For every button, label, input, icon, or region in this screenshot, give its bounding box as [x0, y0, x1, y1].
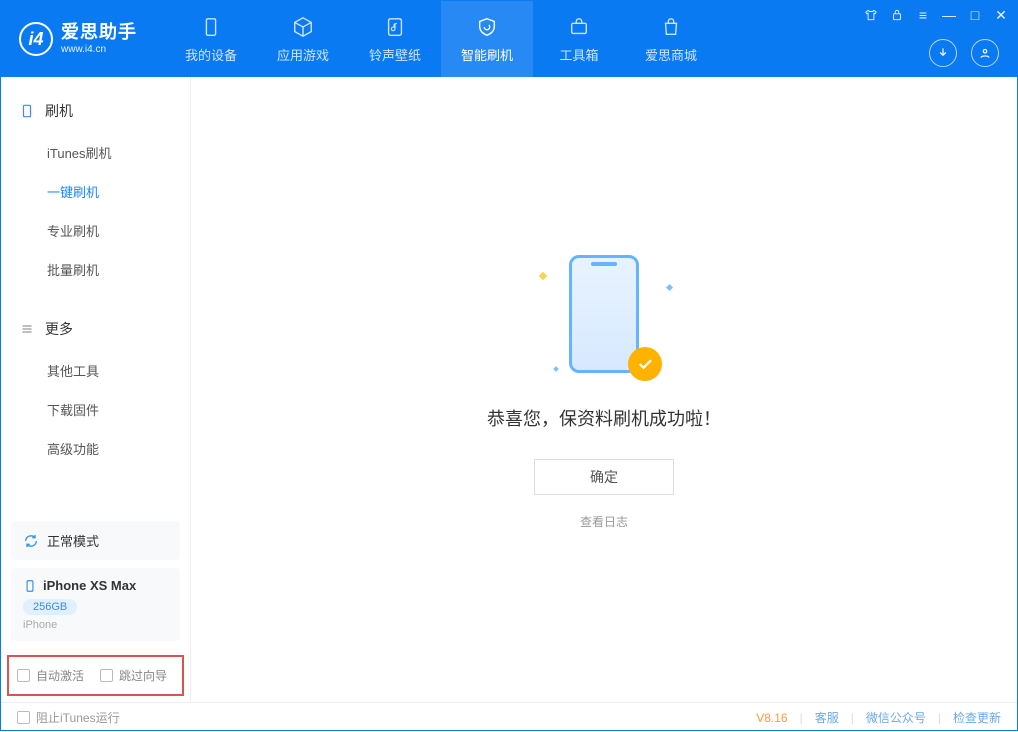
- download-button[interactable]: [929, 39, 957, 67]
- app-subtitle: www.i4.cn: [61, 44, 137, 56]
- device-mode-block[interactable]: 正常模式: [11, 521, 180, 560]
- sidebar: 刷机 iTunes刷机 一键刷机 专业刷机 批量刷机 更多 其他工具 下载固件 …: [1, 77, 191, 702]
- view-log-link[interactable]: 查看日志: [580, 513, 628, 530]
- device-info-block[interactable]: iPhone XS Max 256GB iPhone: [11, 568, 180, 641]
- title-bar: i4 爱思助手 www.i4.cn 我的设备 应用游戏 铃声壁纸 智能刷机 工具…: [1, 1, 1017, 77]
- header-actions: [929, 39, 999, 67]
- phone-icon: [199, 15, 223, 39]
- option-label: 跳过向导: [119, 667, 167, 684]
- device-type: iPhone: [23, 619, 168, 631]
- option-label: 阻止iTunes运行: [36, 709, 120, 726]
- support-link[interactable]: 客服: [815, 709, 839, 726]
- sidebar-item-advanced[interactable]: 高级功能: [1, 429, 190, 468]
- toolbox-icon: [567, 15, 591, 39]
- logo-icon: i4: [19, 22, 53, 56]
- sync-icon: [23, 533, 39, 549]
- wechat-link[interactable]: 微信公众号: [866, 709, 926, 726]
- sidebar-item-batch-flash[interactable]: 批量刷机: [1, 250, 190, 289]
- sidebar-item-itunes-flash[interactable]: iTunes刷机: [1, 133, 190, 172]
- version-label: V8.16: [756, 711, 787, 725]
- main-nav: 我的设备 应用游戏 铃声壁纸 智能刷机 工具箱 爱思商城: [165, 1, 717, 77]
- sidebar-item-download-firmware[interactable]: 下载固件: [1, 390, 190, 429]
- block-itunes-checkbox[interactable]: 阻止iTunes运行: [17, 709, 120, 726]
- device-icon: [19, 103, 35, 119]
- device-name: iPhone XS Max: [43, 578, 136, 593]
- checkbox-icon: [17, 711, 30, 724]
- nav-my-device[interactable]: 我的设备: [165, 1, 257, 77]
- auto-activate-checkbox[interactable]: 自动激活: [17, 667, 84, 684]
- option-label: 自动激活: [36, 667, 84, 684]
- sparkle-icon: [666, 284, 673, 291]
- sidebar-item-pro-flash[interactable]: 专业刷机: [1, 211, 190, 250]
- success-title: 恭喜您，保资料刷机成功啦！: [487, 405, 721, 431]
- checkbox-icon: [100, 669, 113, 682]
- nav-label: 铃声壁纸: [369, 45, 421, 64]
- user-button[interactable]: [971, 39, 999, 67]
- shield-refresh-icon: [475, 15, 499, 39]
- app-logo: i4 爱思助手 www.i4.cn: [1, 1, 155, 77]
- music-file-icon: [383, 15, 407, 39]
- nav-store[interactable]: 爱思商城: [625, 1, 717, 77]
- status-bar: 阻止iTunes运行 V8.16 | 客服 | 微信公众号 | 检查更新: [1, 702, 1017, 732]
- sparkle-icon: [539, 272, 547, 280]
- list-icon: [19, 321, 35, 337]
- sparkle-icon: [553, 366, 559, 372]
- flash-options-row: 自动激活 跳过向导: [7, 655, 184, 696]
- sidebar-item-other-tools[interactable]: 其他工具: [1, 351, 190, 390]
- nav-label: 我的设备: [185, 45, 237, 64]
- success-illustration: [484, 249, 724, 379]
- ok-button[interactable]: 确定: [534, 459, 674, 495]
- app-title: 爱思助手: [61, 22, 137, 44]
- nav-label: 智能刷机: [461, 45, 513, 64]
- window-controls: ≡ — □ ✕: [863, 7, 1009, 23]
- phone-icon: [23, 579, 37, 593]
- phone-illustration-icon: [569, 255, 639, 373]
- skip-guide-checkbox[interactable]: 跳过向导: [100, 667, 167, 684]
- sidebar-item-onekey-flash[interactable]: 一键刷机: [1, 172, 190, 211]
- main-content: 恭喜您，保资料刷机成功啦！ 确定 查看日志: [191, 77, 1017, 702]
- section-title: 刷机: [45, 101, 73, 121]
- check-badge-icon: [628, 347, 662, 381]
- sidebar-header-more: 更多: [1, 313, 190, 345]
- minimize-icon[interactable]: —: [941, 7, 957, 23]
- menu-icon[interactable]: ≡: [915, 7, 931, 23]
- nav-apps-games[interactable]: 应用游戏: [257, 1, 349, 77]
- check-update-link[interactable]: 检查更新: [953, 709, 1001, 726]
- checkbox-icon: [17, 669, 30, 682]
- nav-smart-flash[interactable]: 智能刷机: [441, 1, 533, 77]
- section-title: 更多: [45, 319, 73, 339]
- bag-icon: [659, 15, 683, 39]
- nav-ringtone-wallpaper[interactable]: 铃声壁纸: [349, 1, 441, 77]
- tshirt-icon[interactable]: [863, 7, 879, 23]
- nav-label: 爱思商城: [645, 45, 697, 64]
- close-icon[interactable]: ✕: [993, 7, 1009, 23]
- maximize-icon[interactable]: □: [967, 7, 983, 23]
- capacity-badge: 256GB: [23, 599, 77, 615]
- lock-icon[interactable]: [889, 7, 905, 23]
- nav-label: 工具箱: [559, 45, 598, 64]
- nav-toolbox[interactable]: 工具箱: [533, 1, 625, 77]
- mode-label: 正常模式: [47, 531, 99, 550]
- sidebar-header-flash: 刷机: [1, 95, 190, 127]
- cube-icon: [291, 15, 315, 39]
- nav-label: 应用游戏: [277, 45, 329, 64]
